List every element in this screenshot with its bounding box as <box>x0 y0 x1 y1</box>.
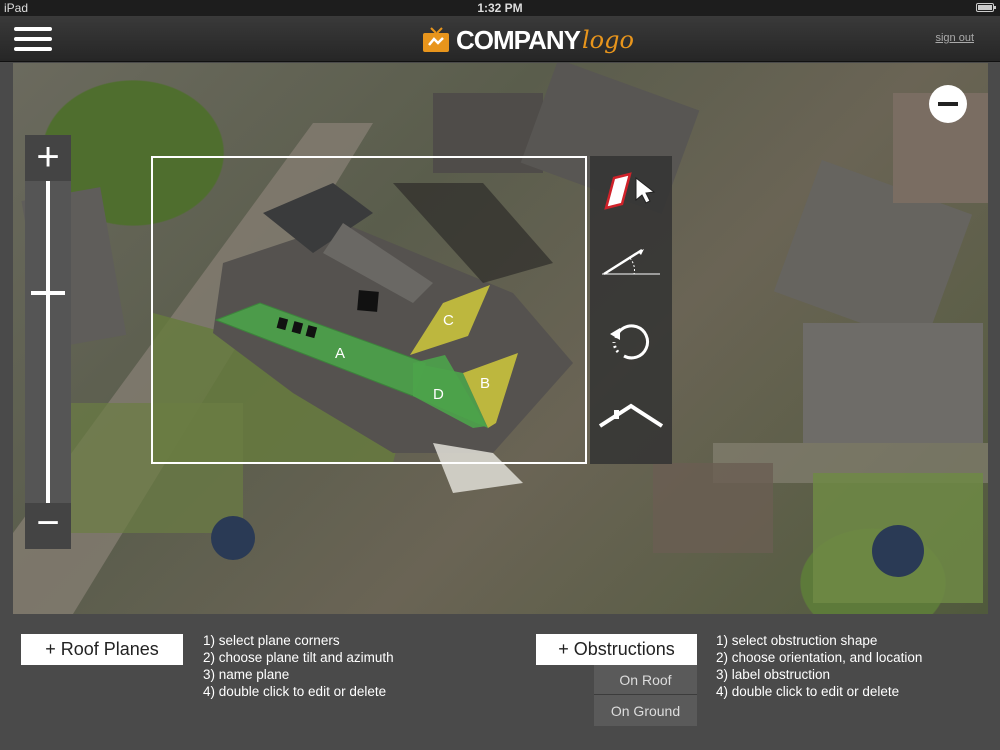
logo-text: COMPANY <box>456 24 581 55</box>
roof-icon[interactable] <box>596 388 666 446</box>
menu-icon[interactable] <box>14 26 52 52</box>
obstruction-step-3: 3) label obstruction <box>716 667 831 682</box>
battery-icon <box>976 3 996 12</box>
roof-step-1: 1) select plane corners <box>203 633 340 648</box>
tv-logo-icon <box>423 27 449 52</box>
obstructions-instructions: 1) select obstruction shape 2) choose or… <box>716 632 922 700</box>
obstruction-step-4: 4) double click to edit or delete <box>716 684 900 699</box>
satellite-map[interactable]: A D B C + − <box>13 63 988 614</box>
roof-step-4: 4) double click to edit or delete <box>203 684 387 699</box>
bottom-panel: + Roof Planes 1) select plane corners 2)… <box>0 614 1000 750</box>
collapse-minus-icon[interactable] <box>929 85 967 123</box>
add-roof-planes-button[interactable]: + Roof Planes <box>21 634 183 665</box>
tool-panel <box>590 156 672 464</box>
plane-select-icon[interactable] <box>596 164 666 222</box>
zoom-thumb[interactable] <box>31 291 65 295</box>
roof-step-3: 3) name plane <box>203 667 290 682</box>
app-header: COMPANY logo sign out <box>0 16 1000 62</box>
company-logo: COMPANY logo <box>422 22 634 58</box>
obstruction-step-2: 2) choose orientation, and location <box>716 650 923 665</box>
tilt-angle-icon[interactable] <box>596 238 666 296</box>
status-bar: iPad 1:32 PM <box>0 0 1000 16</box>
zoom-track-line <box>46 181 50 503</box>
logo-script-text: logo <box>581 26 634 54</box>
obstructions-dropdown: On Roof On Ground <box>594 665 697 726</box>
sign-out-link[interactable]: sign out <box>935 32 974 44</box>
obstruction-step-1: 1) select obstruction shape <box>716 633 878 648</box>
selection-rectangle[interactable] <box>151 156 587 464</box>
roof-planes-instructions: 1) select plane corners 2) choose plane … <box>203 632 394 700</box>
rotate-icon[interactable] <box>596 314 666 372</box>
on-roof-option[interactable]: On Roof <box>594 665 697 695</box>
roof-step-2: 2) choose plane tilt and azimuth <box>203 650 394 665</box>
status-time: 1:32 PM <box>477 1 523 15</box>
on-ground-option[interactable]: On Ground <box>594 696 697 726</box>
add-obstructions-button[interactable]: + Obstructions <box>536 634 697 665</box>
zoom-in-button[interactable]: + <box>25 135 71 181</box>
zoom-out-button[interactable]: − <box>25 503 71 549</box>
